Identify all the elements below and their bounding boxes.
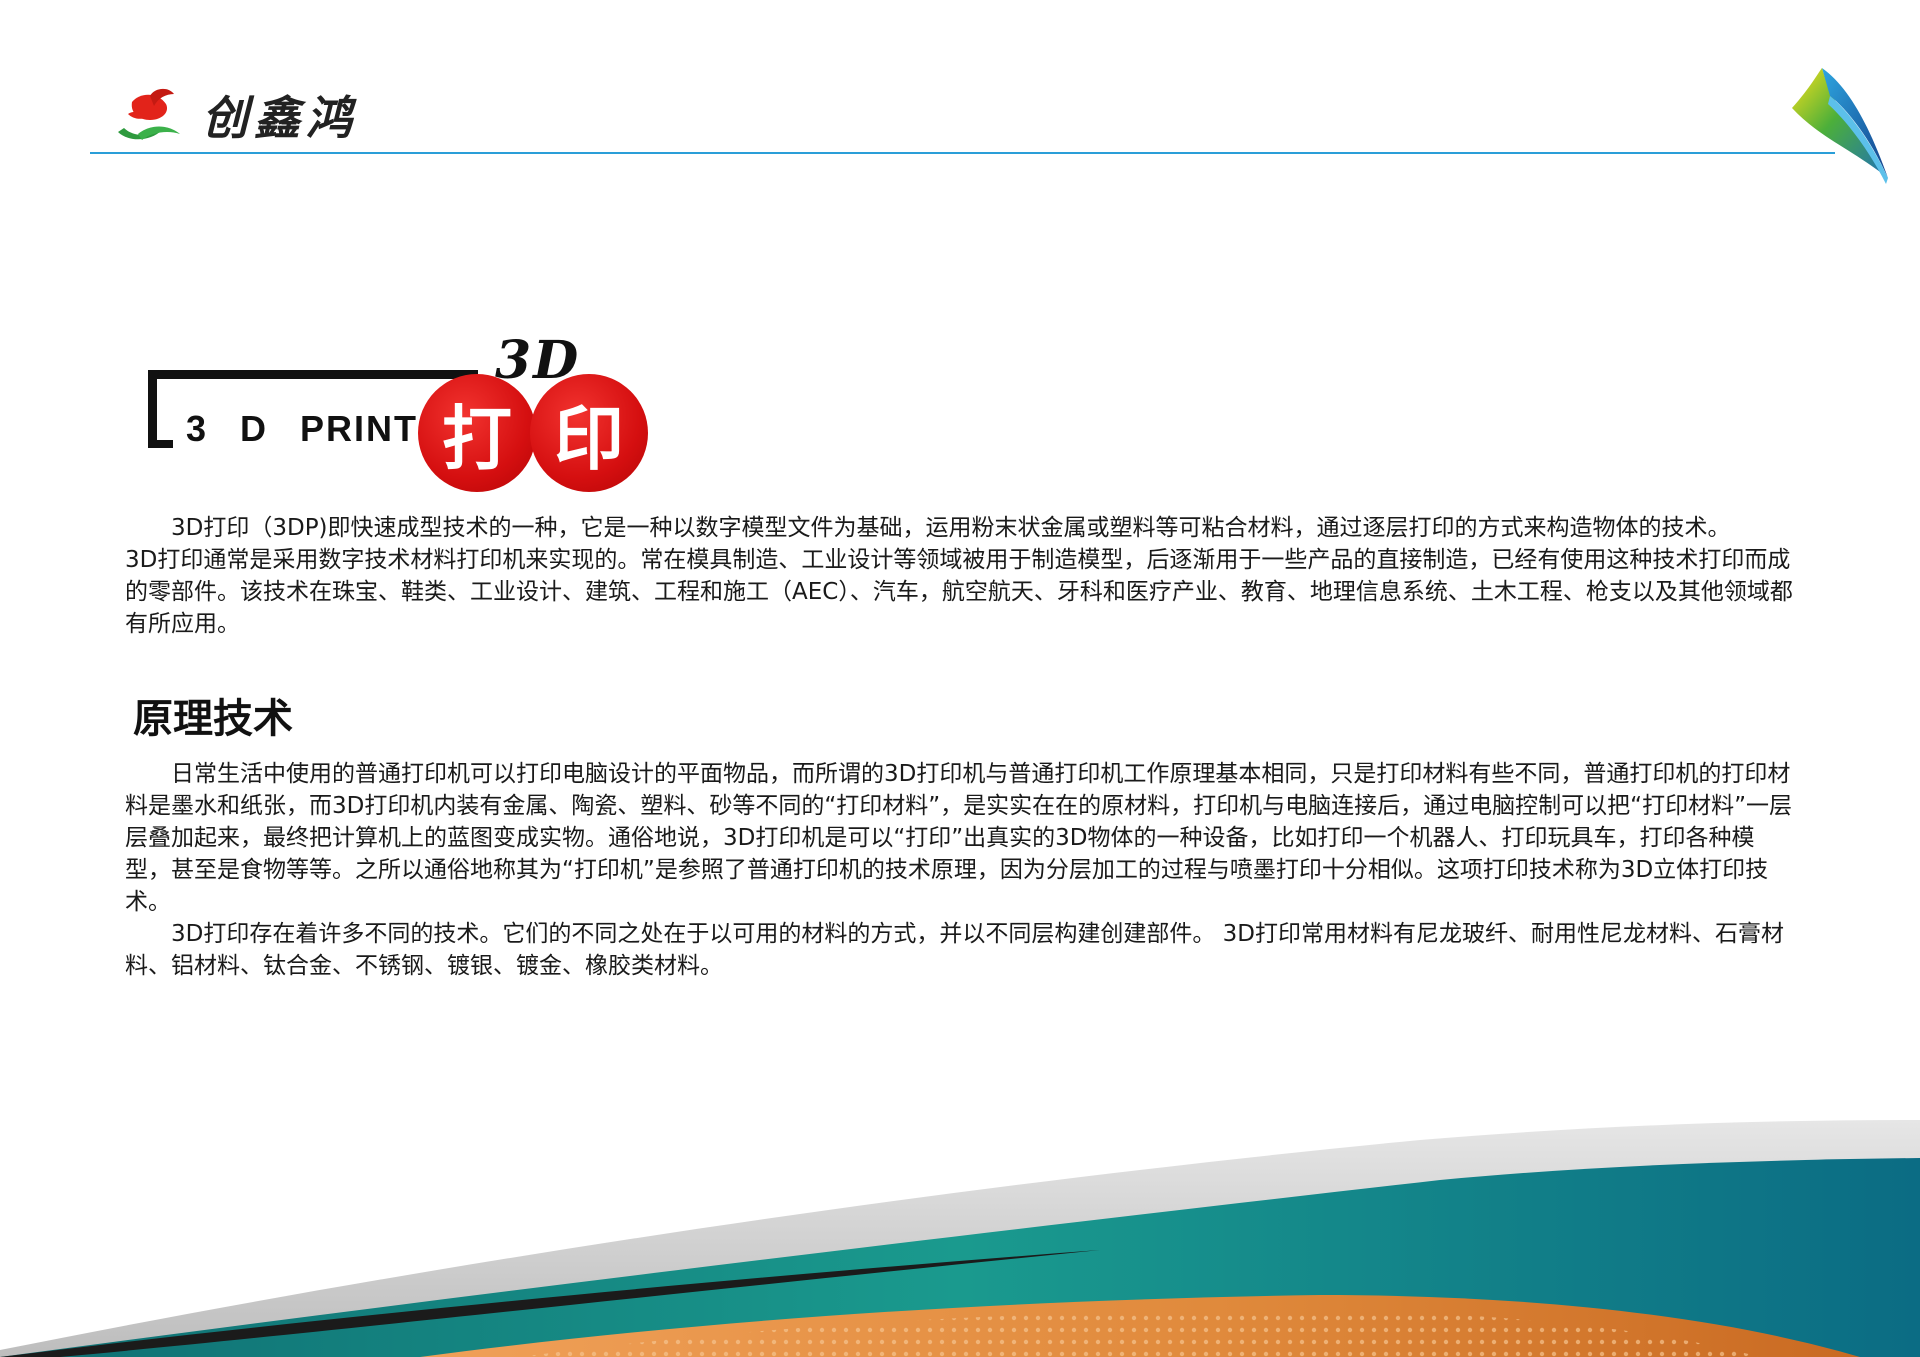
brand: 创鑫鸿 <box>110 80 358 150</box>
footer-decoration <box>0 1120 1920 1357</box>
brand-logo-icon <box>118 88 180 140</box>
section-paragraph-2: 3D打印存在着许多不同的技术。它们的不同之处在于以可用的材料的方式，并以不同层构… <box>125 921 1784 979</box>
title-bracket-foot <box>148 440 173 448</box>
title-print-label: 3 D PRINT <box>186 408 419 449</box>
section-heading: 原理技术 <box>133 696 293 742</box>
section-paragraph-1: 日常生活中使用的普通打印机可以打印电脑设计的平面物品，而所谓的3D打印机与普通打… <box>125 761 1793 915</box>
page: 创鑫鸿 3D 3 D PRINT 打 印 3D打印（3DP)即快速成型技术的一种… <box>0 0 1920 1357</box>
ribbon-decoration-icon <box>1792 68 1888 184</box>
title-bracket-line <box>148 370 478 379</box>
title-bracket-side <box>148 370 157 448</box>
header-rule <box>90 152 1835 154</box>
title-graphic: 3D 3 D PRINT 打 印 <box>140 330 660 500</box>
title-seal-da: 打 <box>418 374 536 492</box>
intro-paragraph-2: 3D打印通常是采用数字技术材料打印机来实现的。常在模具制造、工业设计等领域被用于… <box>125 547 1793 637</box>
intro-paragraph-1: 3D打印（3DP)即快速成型技术的一种，它是一种以数字模型文件为基础，运用粉末状… <box>171 515 1731 541</box>
content: 3D打印（3DP)即快速成型技术的一种，它是一种以数字模型文件为基础，运用粉末状… <box>125 512 1800 982</box>
brand-name: 创鑫鸿 <box>202 91 358 145</box>
title-seal-yin: 印 <box>530 374 648 492</box>
